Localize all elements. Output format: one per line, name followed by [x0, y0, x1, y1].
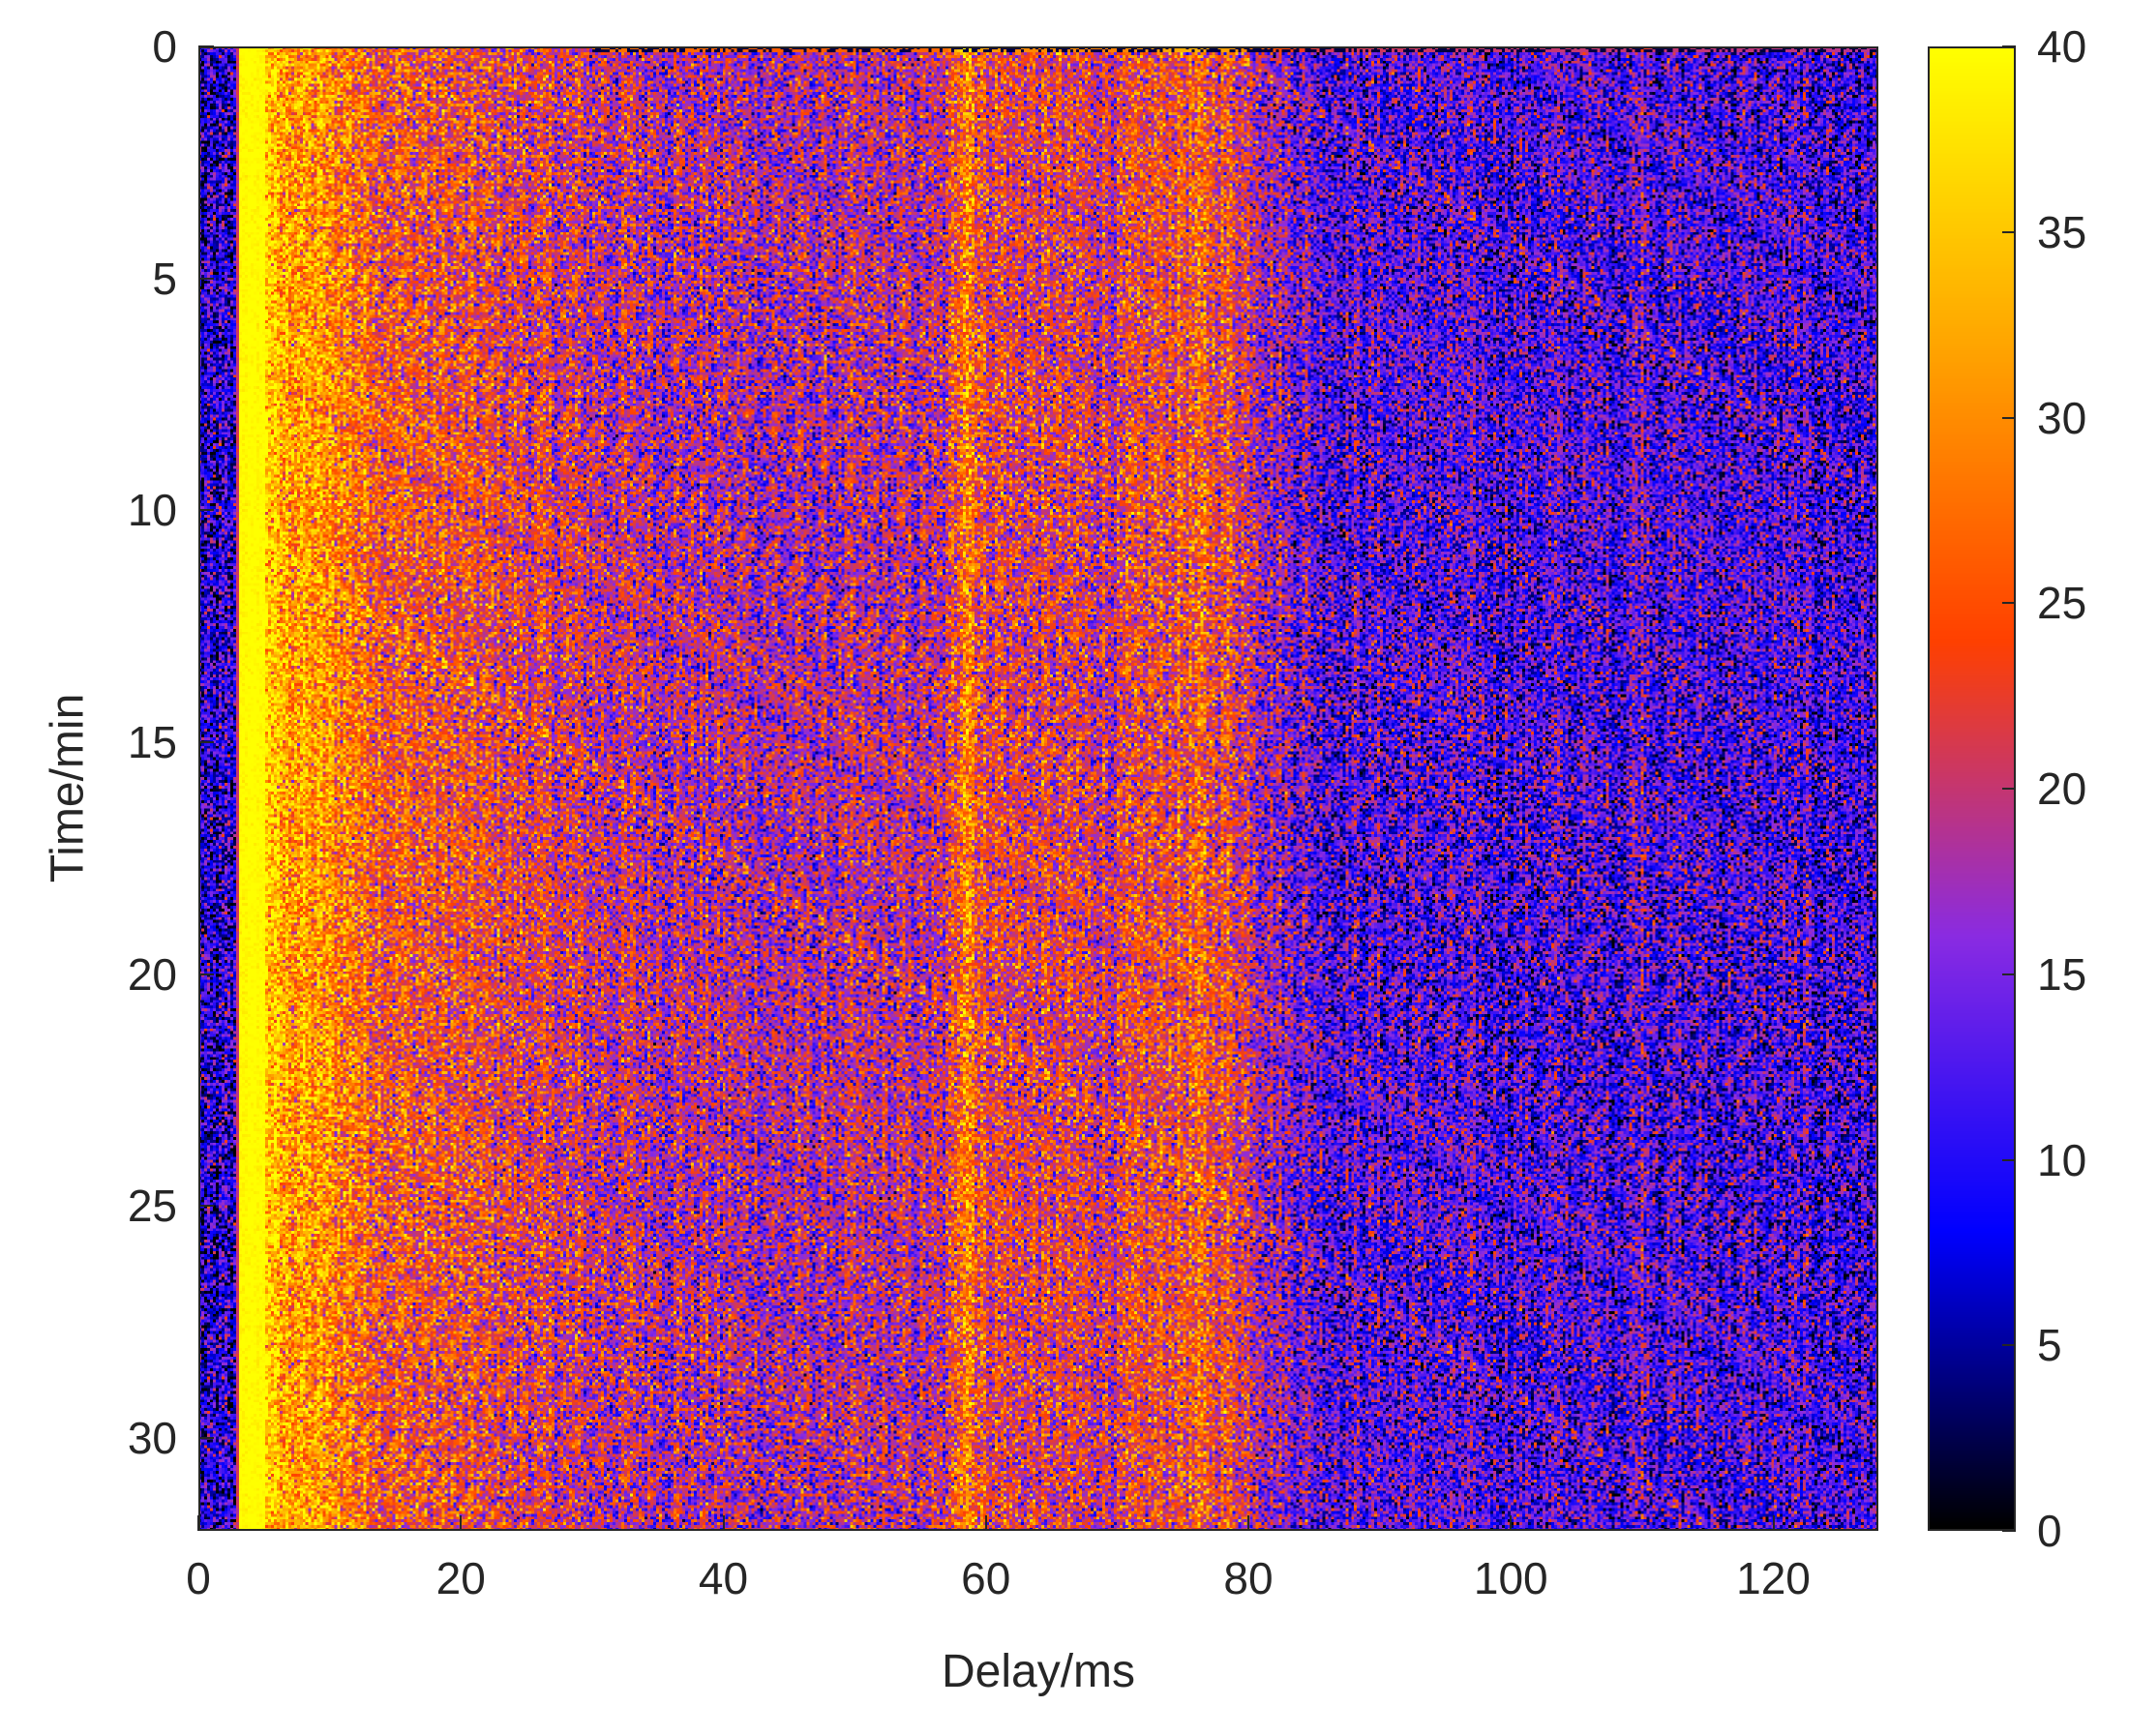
x-tick-label: 40 [698, 1553, 749, 1603]
y-tick-label: 30 [127, 1413, 177, 1464]
colorbar-tick-label: 30 [2037, 392, 2087, 443]
y-axis-label: Time/min [42, 693, 94, 883]
x-tick-mark [1510, 1515, 1513, 1531]
x-tick-label: 20 [435, 1553, 486, 1603]
colorbar-tick-mark [2002, 973, 2016, 975]
x-tick-mark [984, 1515, 987, 1531]
x-axis-label: Delay/ms [941, 1646, 1136, 1697]
x-tick-mark [1772, 1515, 1775, 1531]
colorbar-tick-mark [2002, 1158, 2016, 1161]
y-tick-mark [198, 277, 214, 280]
y-tick-label: 15 [127, 717, 177, 768]
colorbar-tick-label: 15 [2037, 948, 2087, 1000]
y-tick-label: 10 [127, 485, 177, 536]
colorbar-tick-mark [2002, 1344, 2016, 1347]
x-tick-mark [460, 1515, 463, 1531]
y-tick-mark [198, 45, 214, 47]
x-tick-label: 100 [1473, 1553, 1548, 1603]
x-tick-label: 60 [961, 1553, 1011, 1603]
y-tick-mark [198, 973, 214, 975]
x-tick-mark [1247, 1515, 1249, 1531]
colorbar-tick-mark [2002, 602, 2016, 605]
colorbar-tick-label: 20 [2037, 763, 2087, 814]
y-tick-mark [198, 1437, 214, 1440]
y-tick-mark [198, 509, 214, 512]
x-tick-mark [197, 1515, 199, 1531]
colorbar-tick-label: 5 [2037, 1320, 2062, 1371]
x-tick-label: 120 [1736, 1553, 1811, 1603]
colorbar-tick-label: 10 [2037, 1134, 2087, 1185]
colorbar-tick-label: 0 [2037, 1506, 2062, 1556]
colorbar-tick-mark [2002, 788, 2016, 790]
y-tick-label: 5 [152, 253, 177, 304]
x-tick-label: 0 [186, 1553, 211, 1603]
x-tick-mark [722, 1515, 725, 1531]
y-tick-mark [198, 741, 214, 744]
y-tick-label: 20 [127, 948, 177, 1000]
colorbar-tick-mark [2002, 416, 2016, 419]
colorbar-tick-label: 40 [2037, 21, 2087, 72]
colorbar-tick-mark [2002, 1530, 2016, 1532]
x-tick-label: 80 [1223, 1553, 1274, 1603]
y-tick-label: 0 [152, 21, 177, 72]
y-tick-mark [198, 1205, 214, 1208]
colorbar-tick-mark [2002, 45, 2016, 47]
y-tick-label: 25 [127, 1181, 177, 1232]
colorbar-tick-mark [2002, 230, 2016, 233]
colorbar-tick-label: 35 [2037, 206, 2087, 257]
plot-frame [198, 46, 1878, 1531]
colorbar-tick-label: 25 [2037, 578, 2087, 629]
